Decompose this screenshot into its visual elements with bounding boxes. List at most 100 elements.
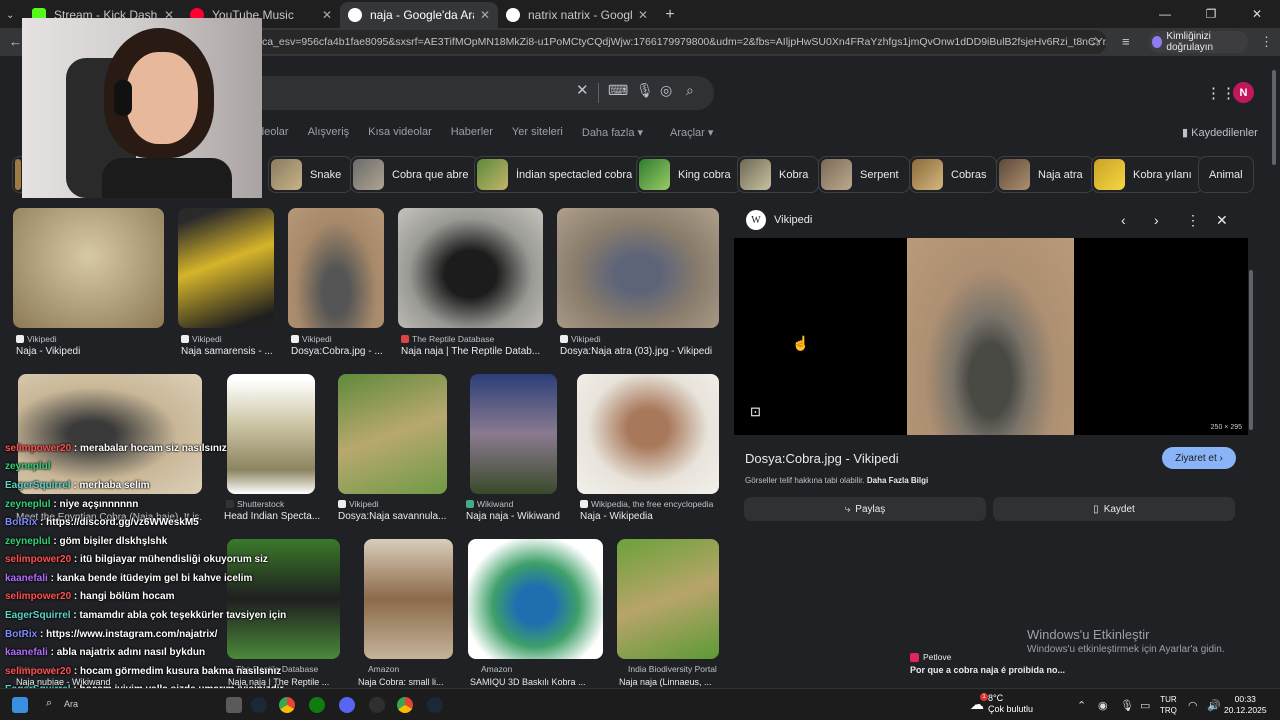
- result-title[interactable]: Dosya:Naja savannula...: [338, 511, 448, 522]
- result-image[interactable]: [468, 539, 603, 659]
- result-title[interactable]: Naja samarensis - ...: [181, 346, 276, 357]
- search-input[interactable]: ✕ ⌨ 🎙 ◎ ⌕: [220, 76, 714, 110]
- steam-2-icon[interactable]: [427, 697, 443, 713]
- chat-username[interactable]: selimpower20: [5, 591, 71, 602]
- language-indicator[interactable]: TUR TRQ: [1160, 694, 1177, 716]
- chat-username[interactable]: kaanefali: [5, 573, 48, 584]
- result-image[interactable]: [470, 374, 557, 494]
- verify-identity-button[interactable]: Kimliğinizi doğrulayın: [1148, 31, 1248, 53]
- result-title[interactable]: Naja naja - Wikiwand: [466, 511, 566, 522]
- panel-scrollbar[interactable]: [1249, 270, 1253, 430]
- scrollbar-thumb[interactable]: [1272, 70, 1276, 165]
- preview-image[interactable]: [907, 238, 1074, 435]
- network-icon[interactable]: ◉: [1098, 699, 1108, 712]
- panel-title[interactable]: Dosya:Cobra.jpg - Vikipedi: [745, 451, 899, 466]
- next-arrow-icon[interactable]: ›: [1154, 212, 1159, 228]
- page-scrollbar[interactable]: [1270, 60, 1278, 670]
- result-image[interactable]: [617, 539, 719, 659]
- close-window-icon[interactable]: ✕: [1234, 0, 1280, 28]
- minimize-icon[interactable]: —: [1142, 0, 1188, 28]
- clock[interactable]: 00:33 20.12.2025: [1224, 694, 1267, 716]
- chip-kobra-yilani[interactable]: Kobra yılanı: [1091, 156, 1203, 193]
- chat-username[interactable]: zeyneplul: [5, 499, 51, 510]
- chip-snake[interactable]: Snake: [268, 156, 353, 193]
- result-title[interactable]: Naja naja | The Reptile Datab...: [401, 346, 546, 357]
- browser-menu-icon[interactable]: ⋮: [1260, 34, 1273, 50]
- chat-username[interactable]: BotRix: [5, 517, 37, 528]
- preview-image-area[interactable]: ⊡ ☝ 250 × 295: [734, 238, 1248, 435]
- restore-icon[interactable]: ❐: [1188, 0, 1234, 28]
- result-image[interactable]: [398, 208, 543, 328]
- result-image[interactable]: [338, 374, 447, 494]
- microphone-icon[interactable]: 🎙: [636, 82, 654, 99]
- result-image[interactable]: [178, 208, 274, 328]
- tab-natrix-search[interactable]: natrix natrix - Google'da Ara ✕: [498, 2, 656, 28]
- tab-list-menu[interactable]: ⌄: [0, 2, 24, 28]
- saved-button[interactable]: ▮ Kaydedilenler: [1182, 126, 1258, 139]
- back-arrow-icon[interactable]: ←: [9, 34, 22, 49]
- volume-icon[interactable]: 🔊: [1207, 699, 1221, 712]
- address-bar[interactable]: ca_esv=956cfa4b1fae8095&sxsrf=AE3TifMOpM…: [252, 30, 1107, 54]
- panel-source[interactable]: W Vikipedi: [746, 210, 812, 230]
- result-title[interactable]: SAMIQU 3D Baskılı Kobra ...: [470, 677, 586, 687]
- tab-short-videos[interactable]: Kısa videolar: [368, 126, 432, 139]
- chat-username[interactable]: zeyneplul: [5, 461, 51, 472]
- chip-king-cobra[interactable]: King cobra: [636, 156, 742, 193]
- keyboard-icon[interactable]: ⌨: [608, 82, 628, 99]
- camera-lens-icon[interactable]: ◎: [660, 82, 672, 99]
- discord-icon[interactable]: [339, 697, 355, 713]
- taskbar-search-icon[interactable]: ⌕: [46, 697, 52, 710]
- chat-username[interactable]: EagerSquirrel: [5, 480, 71, 491]
- avatar[interactable]: N: [1233, 82, 1254, 103]
- result-image[interactable]: [577, 374, 719, 494]
- chip-animal[interactable]: Animal: [1198, 156, 1254, 193]
- new-tab-button[interactable]: +: [656, 2, 684, 28]
- tab-videos[interactable]: deolar: [258, 126, 289, 139]
- taskview-icon[interactable]: [226, 697, 242, 713]
- result-title[interactable]: Dosya:Naja atra (03).jpg - Vikipedi: [560, 346, 720, 357]
- chrome-icon[interactable]: [279, 697, 295, 713]
- chrome-active-icon[interactable]: [397, 697, 413, 713]
- result-title[interactable]: Naja - Wikipedia: [580, 511, 720, 522]
- tools-button[interactable]: Araçlar ▾: [670, 126, 713, 139]
- wifi-icon[interactable]: ◠: [1188, 699, 1198, 712]
- clear-search-icon[interactable]: ✕: [576, 81, 589, 99]
- chat-username[interactable]: BotRix: [5, 629, 37, 640]
- close-tab-icon[interactable]: ✕: [480, 8, 490, 22]
- microphone-tray-icon[interactable]: 🎙: [1120, 699, 1134, 712]
- chip-naja-atra[interactable]: Naja atra: [996, 156, 1094, 193]
- chat-username[interactable]: selimpower20: [5, 554, 71, 565]
- bookmark-star-icon[interactable]: ☆: [1089, 34, 1101, 50]
- chip-cobra-que-abre[interactable]: Cobra que abre: [350, 156, 480, 193]
- result-title[interactable]: Naja naja (Linnaeus, ...: [619, 677, 712, 687]
- show-hidden-icons-icon[interactable]: ⌃: [1077, 699, 1086, 712]
- more-options-icon[interactable]: ⋮: [1186, 212, 1200, 229]
- result-title[interactable]: Dosya:Cobra.jpg - ...: [291, 346, 386, 357]
- result-image[interactable]: [288, 208, 384, 328]
- visit-button[interactable]: Ziyaret et ›: [1162, 447, 1236, 469]
- tab-shopping[interactable]: Alışveriş: [308, 126, 350, 139]
- search-icon[interactable]: ⌕: [686, 82, 694, 99]
- more-info-link[interactable]: Daha Fazla Bilgi: [867, 476, 928, 485]
- weather-widget[interactable]: ☁ 1 8°C Çok bulutlu: [970, 693, 1033, 715]
- result-title[interactable]: Naja Cobra: small li...: [358, 677, 444, 687]
- obs-icon[interactable]: [369, 697, 385, 713]
- chip-serpent[interactable]: Serpent: [818, 156, 910, 193]
- result-image[interactable]: [13, 208, 164, 328]
- related-title[interactable]: Por que a cobra naja é proibida no...: [910, 665, 1065, 675]
- xbox-icon[interactable]: [309, 697, 325, 713]
- chip-kobra[interactable]: Kobra: [737, 156, 820, 193]
- close-panel-icon[interactable]: ✕: [1216, 212, 1228, 229]
- lens-search-icon[interactable]: ⊡: [750, 404, 761, 420]
- chat-username[interactable]: EagerSquirrel: [5, 610, 71, 621]
- result-title[interactable]: Naja - Vikipedi: [16, 346, 166, 357]
- share-button[interactable]: ⤷ Paylaş: [744, 497, 986, 521]
- save-button[interactable]: ▯ Kaydet: [993, 497, 1235, 521]
- tab-places[interactable]: Yer siteleri: [512, 126, 563, 139]
- steam-icon[interactable]: [251, 697, 267, 713]
- chip-cobras[interactable]: Cobras: [909, 156, 998, 193]
- tab-news[interactable]: Haberler: [451, 126, 493, 139]
- tab-naja-search[interactable]: naja - Google'da Ara ✕: [340, 2, 498, 28]
- chat-username[interactable]: zeyneplul: [5, 536, 51, 547]
- display-icon[interactable]: ▭: [1140, 699, 1150, 712]
